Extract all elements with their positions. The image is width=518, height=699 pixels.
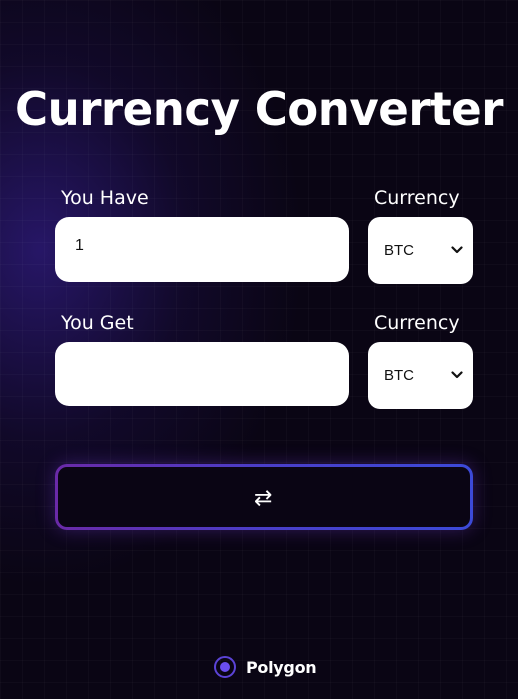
swap-arrows-icon: ⇄ — [254, 486, 273, 511]
you-have-value: 1 — [75, 237, 84, 254]
chevron-down-icon — [451, 246, 463, 254]
currency-from-select[interactable]: BTC — [368, 217, 473, 284]
chevron-down-icon — [451, 371, 463, 379]
currency-to-label: Currency — [374, 312, 460, 334]
converter-app: Currency Converter You Have Currency 1 B… — [0, 0, 518, 699]
you-get-label: You Get — [61, 312, 134, 334]
you-have-label: You Have — [61, 187, 149, 209]
currency-from-selected: BTC — [384, 242, 414, 259]
currency-from-label: Currency — [374, 187, 460, 209]
you-have-input[interactable]: 1 — [55, 217, 349, 282]
you-get-input[interactable] — [55, 342, 349, 406]
swap-button[interactable]: ⇄ — [55, 464, 473, 530]
currency-to-selected: BTC — [384, 367, 414, 384]
footer-brand[interactable]: Polygon — [214, 655, 317, 679]
currency-to-select[interactable]: BTC — [368, 342, 473, 409]
polygon-logo-icon — [214, 656, 236, 678]
brand-name: Polygon — [246, 657, 317, 677]
page-title: Currency Converter — [14, 82, 503, 136]
